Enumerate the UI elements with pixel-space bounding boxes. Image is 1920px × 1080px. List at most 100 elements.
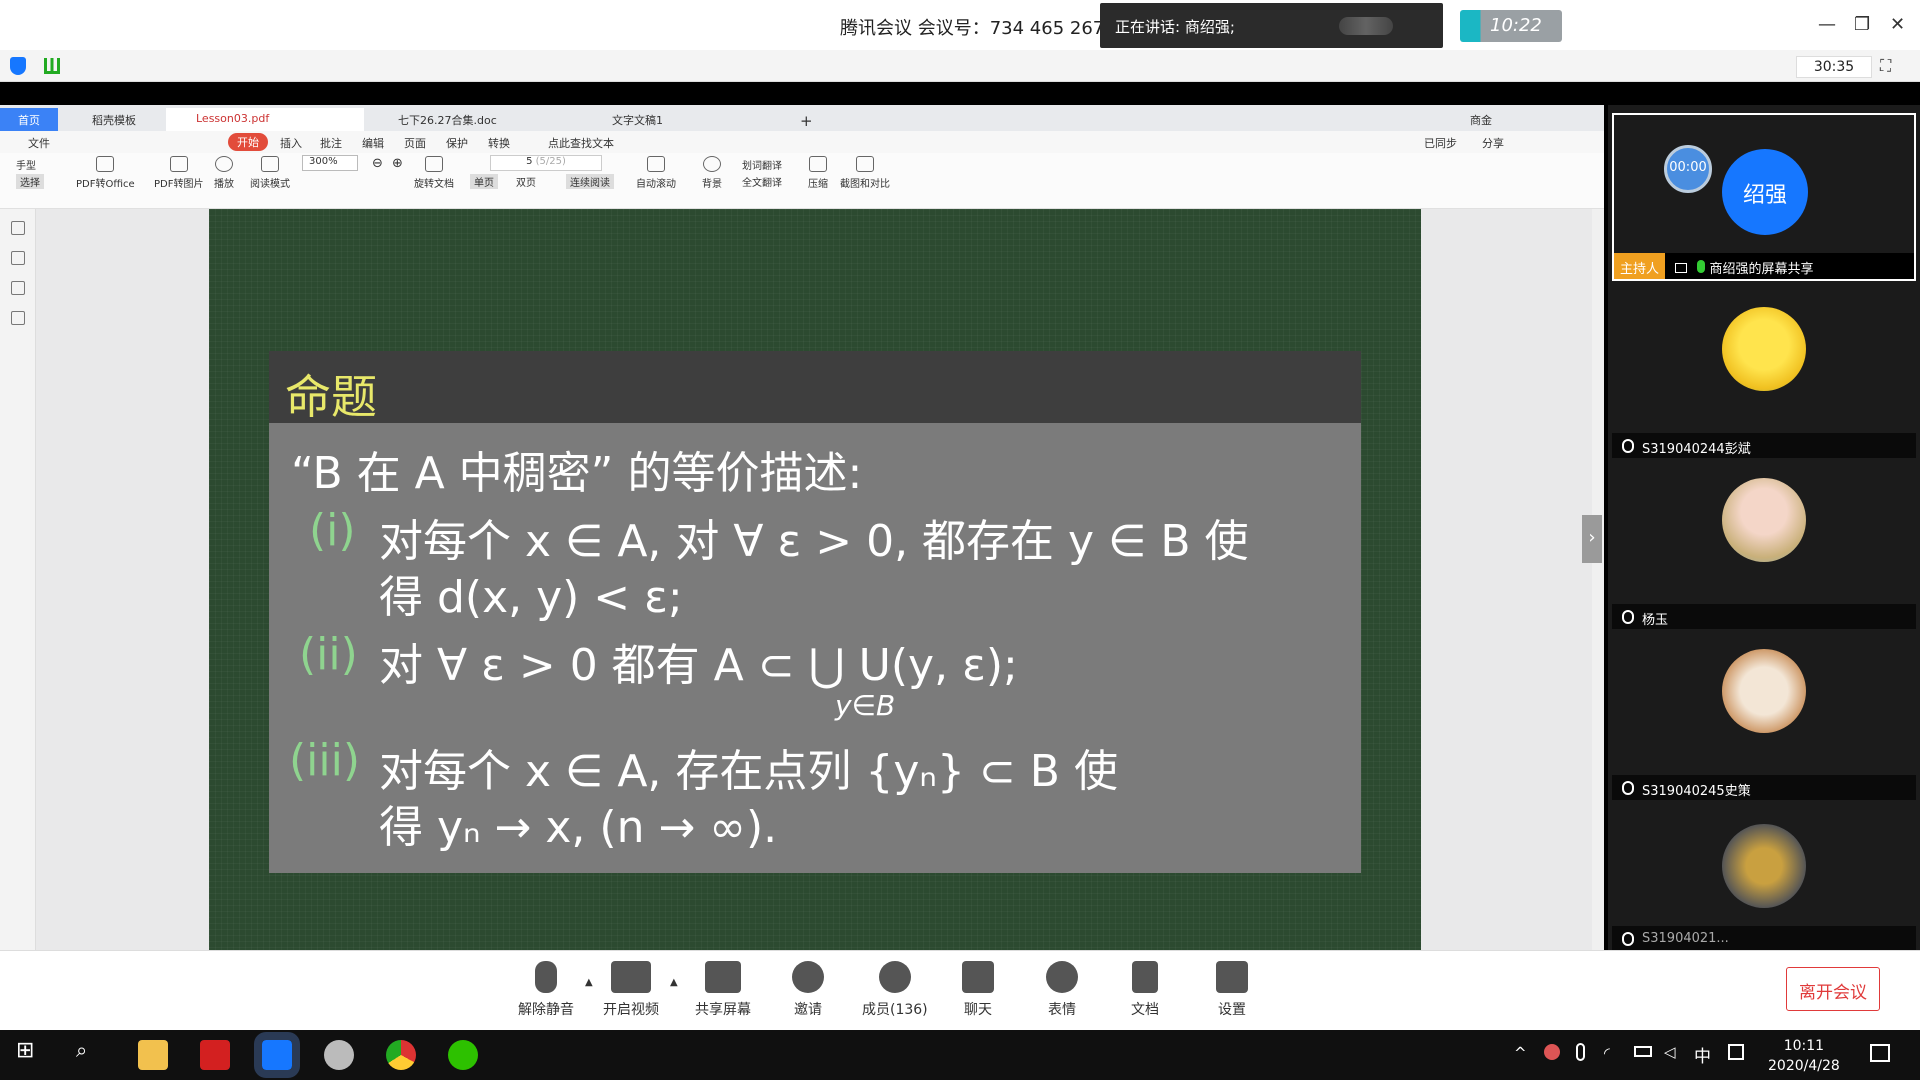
windows-start-icon[interactable]: ⊞ (16, 1038, 46, 1068)
keyboard-icon[interactable] (1728, 1044, 1744, 1060)
search-icon[interactable]: ⌕ (76, 1038, 106, 1068)
invite-icon (792, 961, 824, 993)
chat-button[interactable]: 聊天 (962, 961, 994, 1019)
chat-icon (962, 961, 994, 993)
wifi-icon[interactable]: ◜ (1604, 1044, 1610, 1062)
battery-icon[interactable] (1634, 1046, 1652, 1057)
tencent-meeting-icon[interactable] (254, 1032, 300, 1078)
image-icon[interactable] (11, 251, 25, 265)
members-button[interactable]: 成员(136) (862, 961, 928, 1019)
continuous-button[interactable]: 连续阅读 (566, 174, 614, 189)
book-icon (261, 156, 279, 172)
share-button[interactable]: 分享 (1482, 135, 1504, 151)
audio-wave-icon (1339, 17, 1393, 35)
volume-icon[interactable]: ◁ (1664, 1043, 1676, 1061)
minimize-icon[interactable]: — (1818, 14, 1836, 35)
page-input[interactable]: 5 (5/25) (490, 155, 602, 171)
left-sidebar (0, 209, 36, 950)
windows-taskbar: ⊞ ⌕ ^ ◜ ◁ 中 10:11 2020/4/28 (0, 1030, 1920, 1080)
share-screen-button[interactable]: 共享屏幕 (695, 961, 751, 1019)
find-text-search[interactable]: 点此查找文本 (548, 135, 614, 151)
select-tool[interactable]: 选择 (16, 174, 44, 189)
invite-button[interactable]: 邀请 (792, 961, 824, 1019)
menu-page[interactable]: 页面 (404, 135, 426, 151)
tag-icon[interactable] (11, 281, 25, 295)
vertical-scrollbar[interactable] (1592, 209, 1604, 950)
compare-button[interactable]: 截图和对比 (840, 156, 890, 190)
tab-text-doc[interactable]: 文字文稿1 (582, 108, 792, 131)
leave-meeting-button[interactable]: 离开会议 (1786, 967, 1880, 1011)
signal-icon[interactable] (44, 58, 60, 74)
thumbnail-icon[interactable] (11, 221, 25, 235)
tray-chevron-icon[interactable]: ^ (1514, 1044, 1527, 1062)
word-translate-button[interactable]: 划词翻译 (742, 157, 782, 172)
close-icon[interactable]: ✕ (1890, 14, 1905, 35)
emoji-button[interactable]: 表情 (1046, 961, 1078, 1019)
menu-convert[interactable]: 转换 (488, 135, 510, 151)
zoom-in-icon[interactable]: ⊕ (392, 156, 403, 171)
pdf-to-image-button[interactable]: PDF转图片 (154, 156, 203, 190)
compress-button[interactable]: 压缩 (808, 156, 828, 190)
rotate-button[interactable]: 旋转文档 (414, 156, 454, 190)
docs-button[interactable]: 文档 (1131, 961, 1159, 1019)
speaking-label: 正在讲话: 商绍强; (1115, 18, 1235, 36)
note-icon[interactable] (11, 311, 25, 325)
zoom-out-icon[interactable]: ⊖ (372, 156, 383, 171)
restore-icon[interactable]: ❐ (1854, 14, 1870, 35)
app-icon[interactable] (324, 1040, 354, 1070)
mic-on-icon (1697, 260, 1706, 273)
ime-indicator[interactable]: 中 (1694, 1042, 1711, 1067)
tab-templates[interactable]: 稻壳模板 (62, 108, 162, 131)
participant-tile[interactable]: S319040245史策 (1612, 629, 1916, 801)
shield-icon[interactable] (10, 57, 26, 75)
tray-app-icon[interactable] (1544, 1044, 1560, 1060)
start-video-button[interactable]: 开启视频 (603, 961, 659, 1019)
notifications-icon[interactable] (1870, 1044, 1890, 1062)
wechat-icon[interactable] (448, 1040, 478, 1070)
system-clock[interactable]: 10:11 2020/4/28 (1768, 1036, 1840, 1076)
pdf-app-icon[interactable] (200, 1040, 230, 1070)
read-mode-button[interactable]: 阅读模式 (250, 156, 290, 190)
participant-tile[interactable]: 杨玉 (1612, 458, 1916, 630)
background-label: 背景 (702, 179, 722, 190)
hand-tool-label: 手型 (16, 161, 36, 172)
menu-protect[interactable]: 保护 (446, 135, 468, 151)
user-name[interactable]: 商金 (1470, 108, 1492, 131)
unmute-button[interactable]: 解除静音 (518, 961, 574, 1019)
host-avatar: 绍强 (1722, 149, 1808, 235)
item2-number: (ii) (299, 629, 358, 680)
tab-lesson-pdf[interactable]: Lesson03.pdf (166, 108, 364, 131)
hand-tool[interactable]: 手型 (16, 157, 36, 172)
participant-tile[interactable]: S319040244彭斌 (1612, 287, 1916, 459)
zoom-select[interactable]: 300% (302, 155, 358, 171)
menu-edit[interactable]: 编辑 (362, 135, 384, 151)
tab-home[interactable]: 首页 (0, 108, 58, 131)
background-button[interactable]: 背景 (702, 156, 722, 190)
new-tab-button[interactable]: + (800, 108, 813, 131)
elapsed-timer: 30:35 (1796, 56, 1872, 78)
menu-insert[interactable]: 插入 (280, 135, 302, 151)
autoscroll-button[interactable]: 自动滚动 (636, 156, 676, 190)
participant-tile[interactable]: S31904021... (1612, 800, 1916, 952)
menu-file[interactable]: 文件 (28, 135, 50, 151)
menu-comment[interactable]: 批注 (320, 135, 342, 151)
fullscreen-icon[interactable]: ⛶ (1880, 56, 1891, 76)
file-explorer-icon[interactable] (138, 1040, 168, 1070)
settings-icon (1216, 961, 1248, 993)
intro-text: “B 在 A 中稠密” 的等价描述: (291, 448, 863, 499)
host-tile[interactable]: 00:00 绍强 主持人 商绍强的屏幕共享 (1612, 113, 1916, 281)
double-page-button[interactable]: 双页 (516, 174, 536, 189)
microphone-icon[interactable] (1576, 1043, 1585, 1061)
settings-button[interactable]: 设置 (1216, 961, 1248, 1019)
pdf-to-office-button[interactable]: PDF转Office (76, 156, 135, 190)
menu-home[interactable]: 开始 (228, 133, 268, 151)
single-page-button[interactable]: 单页 (470, 174, 498, 189)
tab-doc[interactable]: 七下26.27合集.doc (368, 108, 578, 131)
sync-status[interactable]: 已同步 (1424, 135, 1457, 151)
play-button[interactable]: 播放 (214, 156, 234, 190)
video-options-chevron-icon[interactable]: ▲ (670, 977, 678, 988)
collapse-panel-button[interactable]: › (1582, 515, 1602, 563)
audio-options-chevron-icon[interactable]: ▲ (585, 977, 593, 988)
chrome-icon[interactable] (386, 1040, 416, 1070)
full-translate-button[interactable]: 全文翻译 (742, 174, 782, 189)
